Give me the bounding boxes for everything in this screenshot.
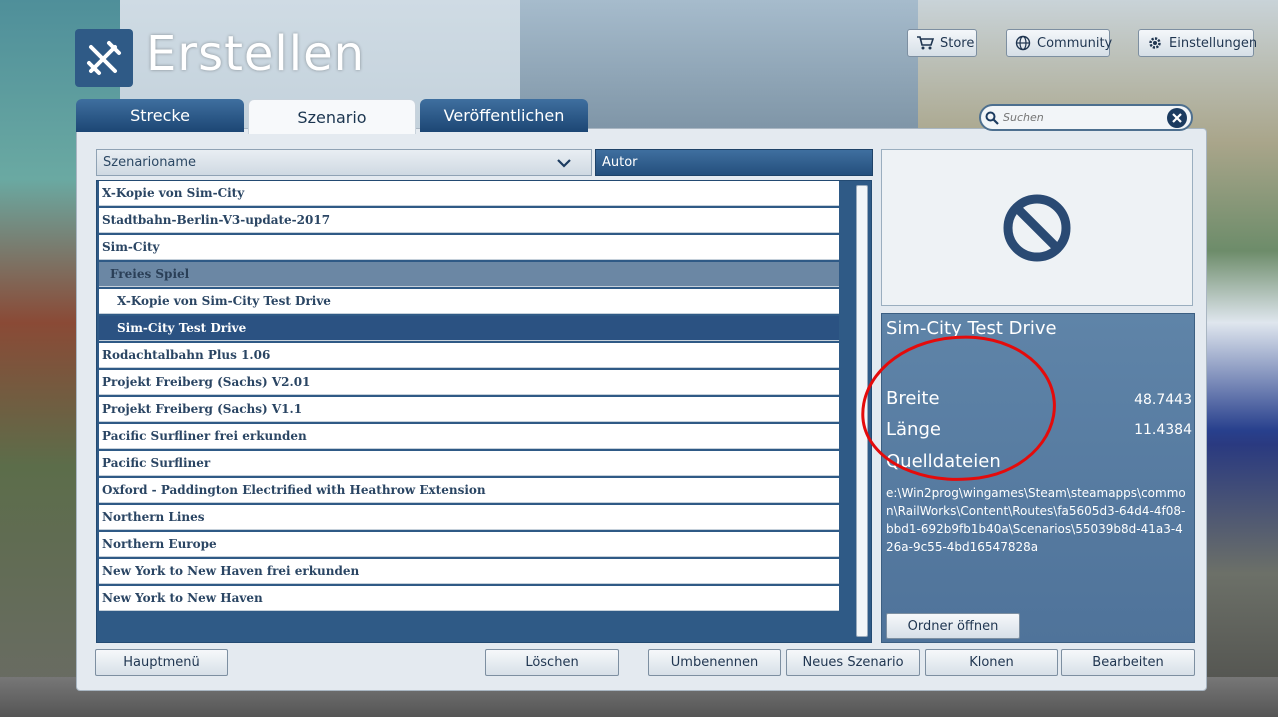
clone-button[interactable]: Klonen bbox=[925, 649, 1058, 676]
gear-icon bbox=[1149, 37, 1161, 49]
scenario-row[interactable]: New York to New Haven bbox=[99, 586, 839, 611]
scenario-row[interactable]: New York to New Haven frei erkunden bbox=[99, 559, 839, 584]
search-input[interactable] bbox=[999, 111, 1167, 124]
scenario-row[interactable]: Pacific Surfliner frei erkunden bbox=[99, 424, 839, 449]
scenario-row[interactable]: Projekt Freiberg (Sachs) V2.01 bbox=[99, 370, 839, 395]
tab-veroeffentlichen[interactable]: Veröffentlichen bbox=[420, 99, 588, 132]
scenario-row[interactable]: Northern Europe bbox=[99, 532, 839, 557]
editor-logo bbox=[75, 29, 133, 87]
scenario-label: Northern Lines bbox=[102, 510, 205, 524]
scenario-label: Oxford - Paddington Electrified with Hea… bbox=[102, 483, 486, 497]
scenario-label: X-Kopie von Sim-City Test Drive bbox=[117, 294, 331, 308]
main-menu-button[interactable]: Hauptmenü bbox=[95, 649, 228, 676]
close-icon bbox=[1172, 112, 1182, 123]
group-label: Freies Spiel bbox=[110, 267, 190, 281]
scenario-label: Stadtbahn-Berlin-V3-update-2017 bbox=[102, 213, 331, 227]
scenario-label: Pacific Surfliner bbox=[102, 456, 211, 470]
source-path: e:\Win2prog\wingames\Steam\steamapps\com… bbox=[886, 486, 1186, 554]
new-scenario-button[interactable]: Neues Szenario bbox=[786, 649, 920, 676]
scenario-row[interactable]: Projekt Freiberg (Sachs) V1.1 bbox=[99, 397, 839, 422]
scenario-label: Northern Europe bbox=[102, 537, 217, 551]
length-value: 11.4384 bbox=[1134, 422, 1192, 438]
scenario-label: Sim-City bbox=[102, 240, 160, 254]
rename-button[interactable]: Umbenennen bbox=[648, 649, 781, 676]
scenario-label: X-Kopie von Sim-City bbox=[102, 186, 245, 200]
scenario-label: Pacific Surfliner frei erkunden bbox=[102, 429, 307, 443]
width-value: 48.7443 bbox=[1134, 392, 1192, 408]
community-label: Community bbox=[1037, 35, 1113, 51]
scenario-label: New York to New Haven bbox=[102, 591, 263, 605]
community-button[interactable]: Community bbox=[1006, 29, 1113, 57]
scenario-row[interactable]: Sim-City bbox=[99, 235, 839, 260]
scenario-row[interactable]: Stadtbahn-Berlin-V3-update-2017 bbox=[99, 208, 839, 233]
tab-label: Strecke bbox=[130, 106, 190, 125]
scenario-list: X-Kopie von Sim-City Stadtbahn-Berlin-V3… bbox=[96, 180, 872, 643]
scenario-group-header: Freies Spiel bbox=[99, 262, 839, 287]
scenario-label: New York to New Haven frei erkunden bbox=[102, 564, 360, 578]
scenario-label: Rodachtalbahn Plus 1.06 bbox=[102, 348, 271, 362]
settings-label: Einstellungen bbox=[1169, 35, 1258, 51]
scenario-row[interactable]: Oxford - Paddington Electrified with Hea… bbox=[99, 478, 839, 503]
sort-by-author[interactable]: Autor bbox=[595, 149, 873, 176]
no-preview-icon bbox=[1003, 194, 1071, 261]
clear-search-button[interactable] bbox=[1167, 107, 1187, 128]
search-box bbox=[979, 104, 1193, 131]
cart-icon bbox=[917, 36, 934, 50]
store-label: Store bbox=[940, 35, 975, 51]
tab-label: Szenario bbox=[297, 107, 367, 127]
scenario-preview bbox=[881, 149, 1193, 306]
edit-label: Bearbeiten bbox=[1092, 655, 1164, 670]
scenario-label: Projekt Freiberg (Sachs) V2.01 bbox=[102, 375, 311, 389]
scenario-row[interactable]: X-Kopie von Sim-City bbox=[99, 181, 839, 206]
scenario-label: Projekt Freiberg (Sachs) V1.1 bbox=[102, 402, 303, 416]
delete-button[interactable]: Löschen bbox=[485, 649, 619, 676]
main-menu-label: Hauptmenü bbox=[123, 655, 200, 670]
page-title: Erstellen bbox=[146, 26, 366, 82]
globe-icon bbox=[1015, 35, 1031, 51]
sort-author-label: Autor bbox=[602, 155, 638, 170]
edit-button[interactable]: Bearbeiten bbox=[1061, 649, 1195, 676]
rename-label: Umbenennen bbox=[670, 655, 759, 670]
sort-name-label: Szenarioname bbox=[103, 155, 197, 170]
delete-label: Löschen bbox=[525, 655, 579, 670]
clone-label: Klonen bbox=[969, 655, 1014, 670]
new-scenario-label: Neues Szenario bbox=[802, 655, 904, 670]
tab-strecke[interactable]: Strecke bbox=[76, 99, 244, 132]
tools-icon bbox=[87, 41, 121, 75]
scenario-row[interactable]: X-Kopie von Sim-City Test Drive bbox=[99, 289, 839, 314]
scenario-row[interactable]: Northern Lines bbox=[99, 505, 839, 530]
sort-by-name-dropdown[interactable]: Szenarioname bbox=[96, 149, 592, 176]
store-button[interactable]: Store bbox=[907, 29, 977, 57]
chevron-down-icon bbox=[557, 158, 571, 168]
tab-szenario[interactable]: Szenario bbox=[248, 99, 416, 134]
scenario-row[interactable]: Pacific Surfliner bbox=[99, 451, 839, 476]
scenario-row-selected[interactable]: Sim-City Test Drive bbox=[99, 316, 839, 341]
scenario-label: Sim-City Test Drive bbox=[117, 321, 247, 335]
tab-label: Veröffentlichen bbox=[443, 106, 565, 125]
open-folder-button[interactable]: Ordner öffnen bbox=[886, 613, 1020, 639]
open-folder-label: Ordner öffnen bbox=[907, 618, 999, 634]
settings-button[interactable]: Einstellungen bbox=[1138, 29, 1258, 57]
search-icon bbox=[985, 111, 999, 125]
scenario-row[interactable]: Rodachtalbahn Plus 1.06 bbox=[99, 343, 839, 368]
